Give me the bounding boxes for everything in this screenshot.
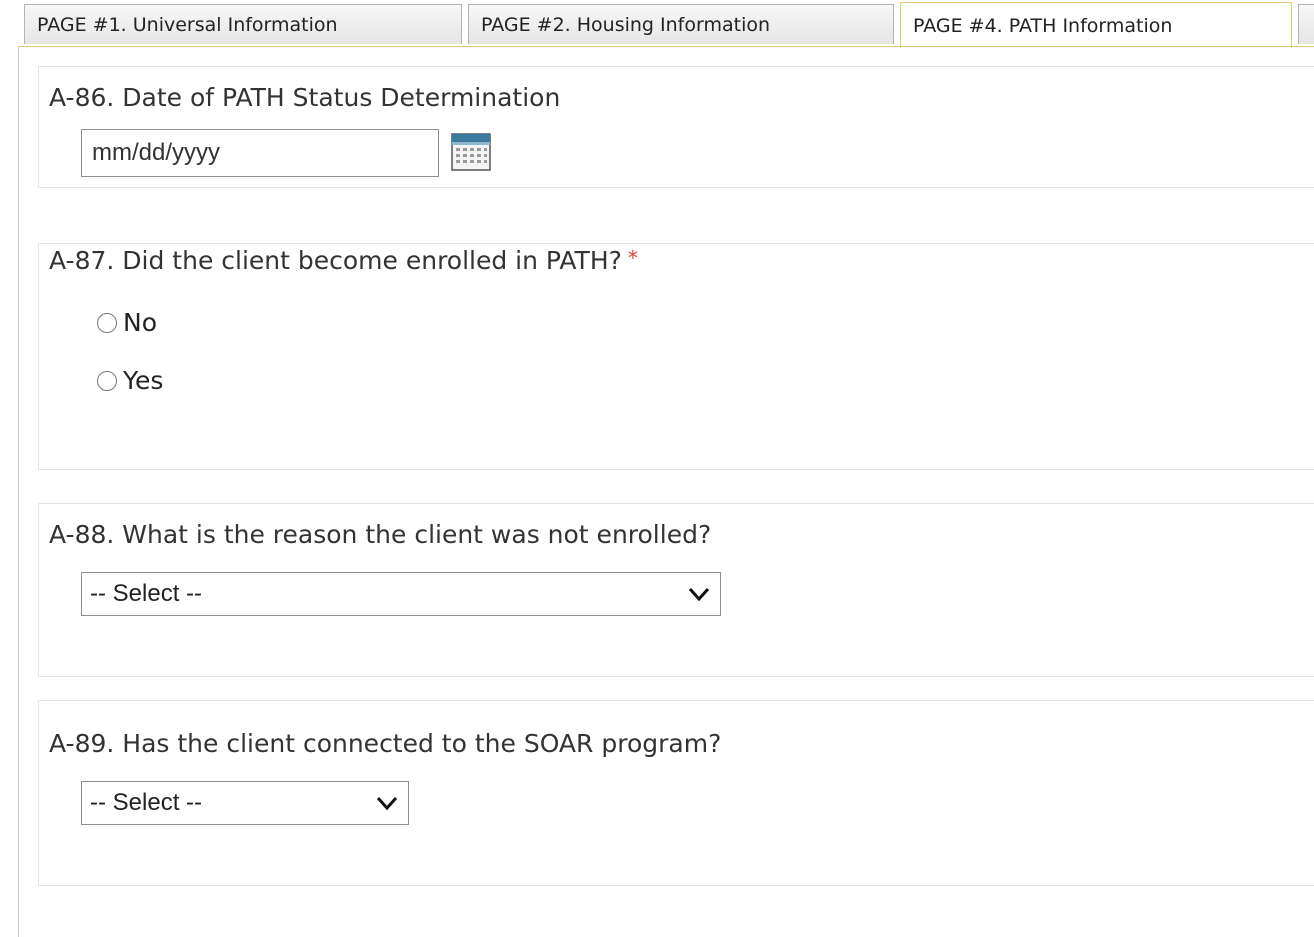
soar-program-value: -- Select -- [90,789,203,816]
not-enrolled-reason-select[interactable]: -- Select -- [81,572,721,616]
required-marker: * [627,246,638,270]
not-enrolled-reason-value: -- Select -- [90,580,203,607]
radio-label-yes: Yes [123,366,164,395]
radio-option-yes[interactable]: Yes [97,366,163,395]
question-card-a87: A-87. Did the client become enrolled in … [38,243,1314,470]
question-text-a87: A-87. Did the client become enrolled in … [49,246,622,275]
chevron-down-icon [688,587,710,602]
question-label-a86: A-86. Date of PATH Status Determination [49,83,561,112]
radio-option-no[interactable]: No [97,308,157,337]
question-label-a88: A-88. What is the reason the client was … [49,520,712,549]
tab-universal-information[interactable]: PAGE #1. Universal Information [24,4,462,44]
path-status-date-input[interactable] [81,129,439,177]
question-card-a88: A-88. What is the reason the client was … [38,503,1314,677]
soar-program-select[interactable]: -- Select -- [81,781,409,825]
radio-label-no: No [123,308,157,337]
radio-button-no[interactable] [97,312,117,333]
tab-path-information[interactable]: PAGE #4. PATH Information [900,2,1292,48]
radio-button-yes[interactable] [97,370,117,391]
calendar-icon[interactable] [451,133,491,171]
question-card-a89: A-89. Has the client connected to the SO… [38,700,1314,886]
question-label-a87: A-87. Did the client become enrolled in … [49,246,638,275]
chevron-down-icon [376,796,398,811]
question-label-a89: A-89. Has the client connected to the SO… [49,729,722,758]
tab-bar: PAGE #1. Universal Information PAGE #2. … [0,0,1314,50]
tab-next-partial[interactable] [1298,4,1314,44]
question-card-a86: A-86. Date of PATH Status Determination [38,66,1314,188]
tab-housing-information[interactable]: PAGE #2. Housing Information [468,4,894,44]
